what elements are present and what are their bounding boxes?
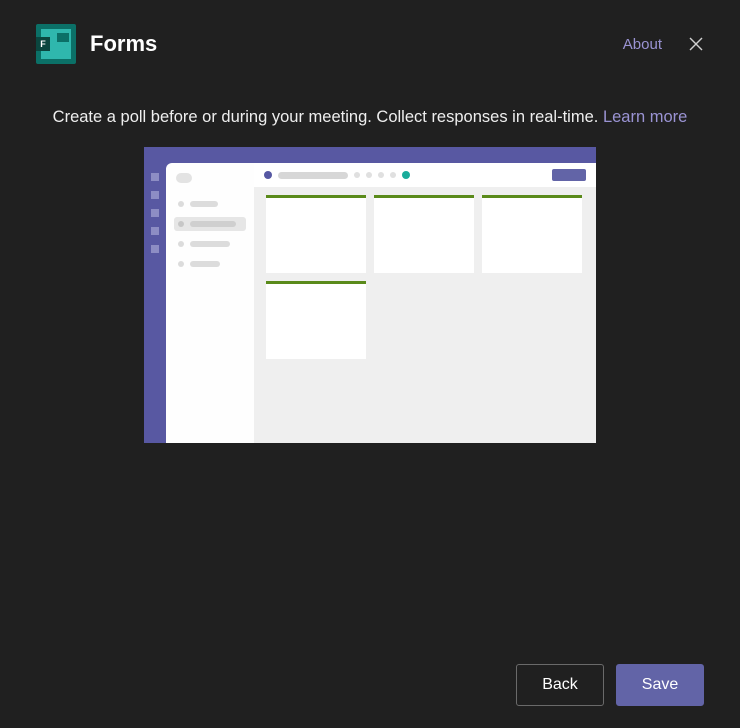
preview-topbar-dot-accent	[402, 171, 410, 179]
preview-sidebar	[166, 163, 254, 443]
forms-app-icon: F	[36, 24, 76, 64]
preview-sidebar-row	[174, 257, 246, 271]
header-left: F Forms	[36, 24, 157, 64]
app-title: Forms	[90, 31, 157, 57]
preview-container	[0, 147, 740, 443]
preview-sidebar-row-active	[174, 217, 246, 231]
preview-rail-item	[151, 245, 159, 253]
app-description: Create a poll before or during your meet…	[0, 72, 740, 147]
preview-topbar-dot	[264, 171, 272, 179]
preview-sidebar-pill	[176, 173, 192, 183]
preview-rail-item	[151, 173, 159, 181]
preview-sidebar-row	[174, 197, 246, 211]
preview-topbar	[254, 163, 596, 187]
description-text: Create a poll before or during your meet…	[53, 108, 599, 126]
dialog-header: F Forms About	[0, 0, 740, 72]
preview-rail-item	[151, 227, 159, 235]
preview-main-area	[254, 163, 596, 443]
save-button[interactable]: Save	[616, 664, 704, 706]
dialog-footer: Back Save	[516, 664, 704, 706]
preview-card	[374, 195, 474, 273]
learn-more-link[interactable]: Learn more	[603, 108, 687, 126]
preview-card	[482, 195, 582, 273]
preview-card	[266, 281, 366, 359]
app-preview-image	[144, 147, 596, 443]
preview-left-rail	[144, 147, 166, 443]
header-right: About	[623, 30, 710, 58]
forms-icon-letter: F	[36, 37, 50, 51]
preview-rail-item	[151, 191, 159, 199]
back-button[interactable]: Back	[516, 664, 604, 706]
preview-topbar-dot	[378, 172, 384, 178]
close-icon	[688, 36, 704, 52]
preview-topbar-dot	[390, 172, 396, 178]
about-link[interactable]: About	[623, 36, 662, 53]
close-button[interactable]	[682, 30, 710, 58]
preview-topbar-dot	[354, 172, 360, 178]
preview-topbar-dot	[366, 172, 372, 178]
preview-sidebar-row	[174, 237, 246, 251]
preview-topbar-pill	[278, 172, 348, 179]
preview-card	[266, 195, 366, 273]
forms-icon-card-shape	[57, 33, 69, 42]
preview-topbar-button	[552, 169, 586, 181]
preview-rail-item	[151, 209, 159, 217]
